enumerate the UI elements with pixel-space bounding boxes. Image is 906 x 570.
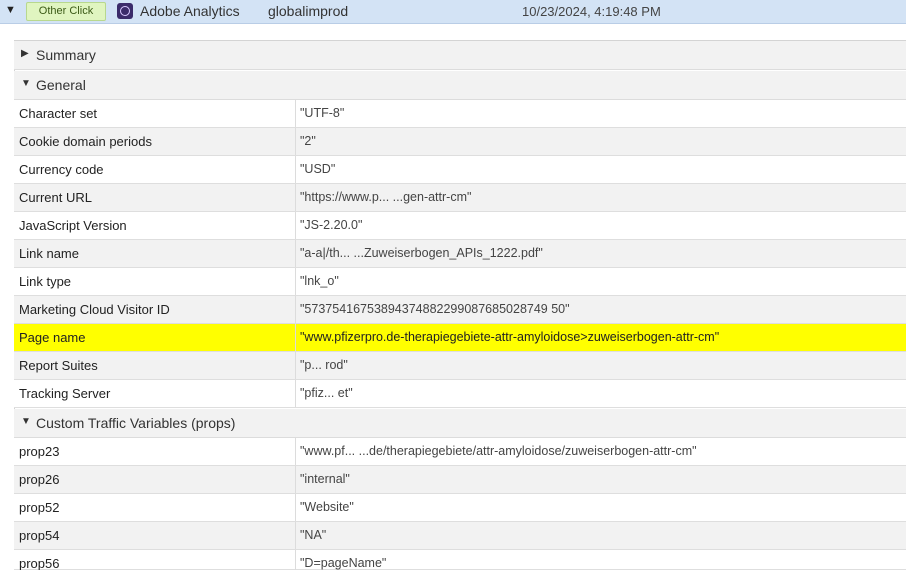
row-key: Report Suites [19, 358, 98, 373]
row-key: Page name [19, 330, 86, 345]
section-title: Summary [36, 47, 96, 63]
row-key: Link type [19, 274, 72, 289]
collapse-arrow-icon[interactable]: ▼ [21, 416, 31, 427]
table-row-highlighted: Page name "www.pfizerpro.de-therapiegebi… [14, 324, 906, 352]
event-header[interactable]: ▼ Other Click Adobe Analytics globalimpr… [0, 0, 906, 24]
collapse-arrow-icon[interactable]: ▼ [21, 78, 31, 89]
event-timestamp: 10/23/2024, 4:19:48 PM [522, 4, 661, 19]
table-row: Currency code "USD" [14, 156, 906, 184]
table-row: prop26 "internal" [14, 466, 906, 494]
row-value: "internal" [300, 472, 350, 486]
app-name: Adobe Analytics [140, 3, 240, 19]
table-row: Report Suites "p... rod" [14, 352, 906, 380]
row-key: prop26 [19, 472, 60, 487]
row-value: "www.pfizerpro.de-therapiegebiete-attr-a… [300, 330, 720, 344]
table-row: prop52 "Website" [14, 494, 906, 522]
row-key: Cookie domain periods [19, 134, 152, 149]
expand-arrow-icon[interactable]: ▶ [21, 48, 29, 59]
table-row: Cookie domain periods "2" [14, 128, 906, 156]
row-value: "https://www.p... ...gen-attr-cm" [300, 190, 472, 204]
table-row: prop54 "NA" [14, 522, 906, 550]
row-value: "www.pf... ...de/therapiegebiete/attr-am… [300, 444, 697, 458]
row-value: "a-a|/th... ...Zuweiserbogen_APIs_1222.p… [300, 246, 543, 260]
collapse-triangle-icon[interactable]: ▼ [5, 4, 16, 16]
table-row: Link name "a-a|/th... ...Zuweiserbogen_A… [14, 240, 906, 268]
event-type-badge: Other Click [26, 2, 106, 21]
table-row: Tracking Server "pfiz... et" [14, 380, 906, 408]
report-suite-name: globalimprod [268, 3, 349, 19]
row-key: prop52 [19, 500, 60, 515]
section-title: General [36, 77, 86, 93]
row-key: Currency code [19, 162, 104, 177]
row-key: Character set [19, 106, 98, 121]
section-props[interactable]: ▼ Custom Traffic Variables (props) [14, 409, 906, 438]
row-value: "NA" [300, 528, 327, 542]
section-summary[interactable]: ▶ Summary [14, 41, 906, 70]
section-title: Custom Traffic Variables (props) [36, 415, 236, 431]
row-key: prop54 [19, 528, 60, 543]
row-key: prop23 [19, 444, 60, 459]
table-row: prop56 "D=pageName" [14, 550, 906, 570]
row-value: "57375416753894374882299087685028749 50" [300, 302, 570, 316]
adobe-analytics-logo-icon [117, 3, 133, 19]
row-key: Current URL [19, 190, 92, 205]
table-row: prop23 "www.pf... ...de/therapiegebiete/… [14, 438, 906, 466]
section-general[interactable]: ▼ General [14, 71, 906, 100]
row-value: "2" [300, 134, 316, 148]
table-row: Character set "UTF-8" [14, 100, 906, 128]
row-value: "Website" [300, 500, 354, 514]
row-value: "JS-2.20.0" [300, 218, 363, 232]
table-row: Link type "lnk_o" [14, 268, 906, 296]
row-key: prop56 [19, 556, 60, 570]
table-row: Current URL "https://www.p... ...gen-att… [14, 184, 906, 212]
row-value: "USD" [300, 162, 336, 176]
row-value: "D=pageName" [300, 556, 387, 570]
row-value: "pfiz... et" [300, 386, 353, 400]
row-key: Link name [19, 246, 79, 261]
row-key: Tracking Server [19, 386, 111, 401]
row-value: "lnk_o" [300, 274, 339, 288]
row-value: "UTF-8" [300, 106, 345, 120]
row-value: "p... rod" [300, 358, 348, 372]
table-row: Marketing Cloud Visitor ID "573754167538… [14, 296, 906, 324]
row-key: JavaScript Version [19, 218, 127, 233]
table-row: JavaScript Version "JS-2.20.0" [14, 212, 906, 240]
row-key: Marketing Cloud Visitor ID [19, 302, 170, 317]
